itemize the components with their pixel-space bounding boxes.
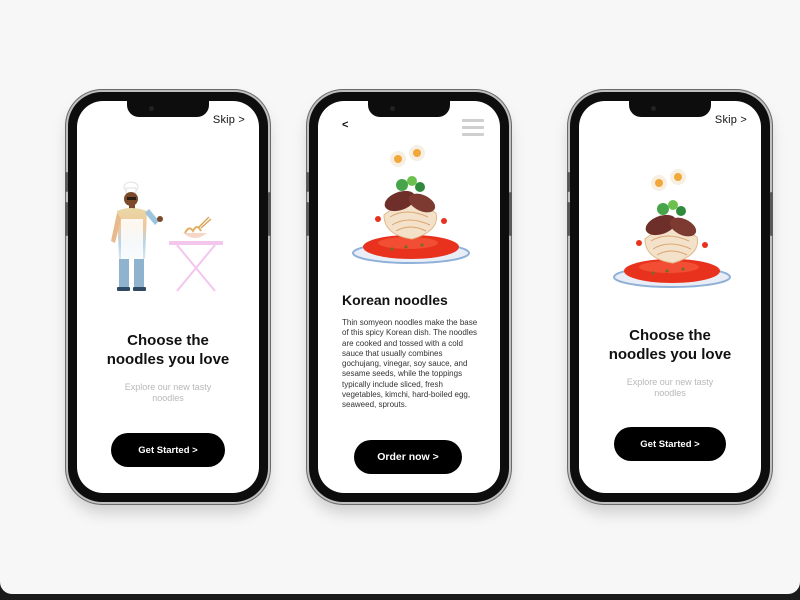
skip-button[interactable]: Skip > xyxy=(715,114,747,126)
onboarding-subtitle-line2: noodles xyxy=(654,388,686,398)
chef-illustration xyxy=(111,181,223,292)
onboarding-subtitle-line1: Explore our new tasty xyxy=(626,377,714,387)
screen-detail: < Korean noodles Thin somyeon noodles ma… xyxy=(318,101,500,493)
get-started-button[interactable]: Get Started > xyxy=(614,427,726,461)
hamburger-menu-icon[interactable] xyxy=(462,119,484,137)
skip-button[interactable]: Skip > xyxy=(213,114,245,126)
onboarding-title-line2: noodles you love xyxy=(106,351,230,368)
phone-onboarding-2: Skip > Choose the noodles you love Explo… xyxy=(567,92,773,502)
order-now-button[interactable]: Order now > xyxy=(354,440,462,474)
notch xyxy=(629,101,711,117)
screen-onboarding-2: Skip > Choose the noodles you love Explo… xyxy=(579,101,761,493)
presentation-canvas: Skip > Choose the noodles you love Explo… xyxy=(0,0,800,594)
notch xyxy=(127,101,209,117)
dish-title: Korean noodles xyxy=(342,292,448,308)
onboarding-subtitle-line2: noodles xyxy=(152,393,184,403)
get-started-button[interactable]: Get Started > xyxy=(111,433,225,467)
phone-onboarding-1: Skip > Choose the noodles you love Explo… xyxy=(65,92,271,502)
phone-detail: < Korean noodles Thin somyeon noodles ma… xyxy=(306,92,512,502)
notch xyxy=(368,101,450,117)
noodle-dish-illustration xyxy=(613,169,731,288)
back-button[interactable]: < xyxy=(342,119,348,131)
screen-onboarding-1: Skip > Choose the noodles you love Explo… xyxy=(77,101,259,493)
noodle-dish-illustration xyxy=(352,145,470,264)
onboarding-title-line2: noodles you love xyxy=(608,346,732,363)
onboarding-title-line1: Choose the xyxy=(127,332,209,349)
dish-description: Thin somyeon noodles make the base of th… xyxy=(342,318,478,410)
onboarding-subtitle-line1: Explore our new tasty xyxy=(124,382,212,392)
onboarding-title-line1: Choose the xyxy=(629,327,711,344)
